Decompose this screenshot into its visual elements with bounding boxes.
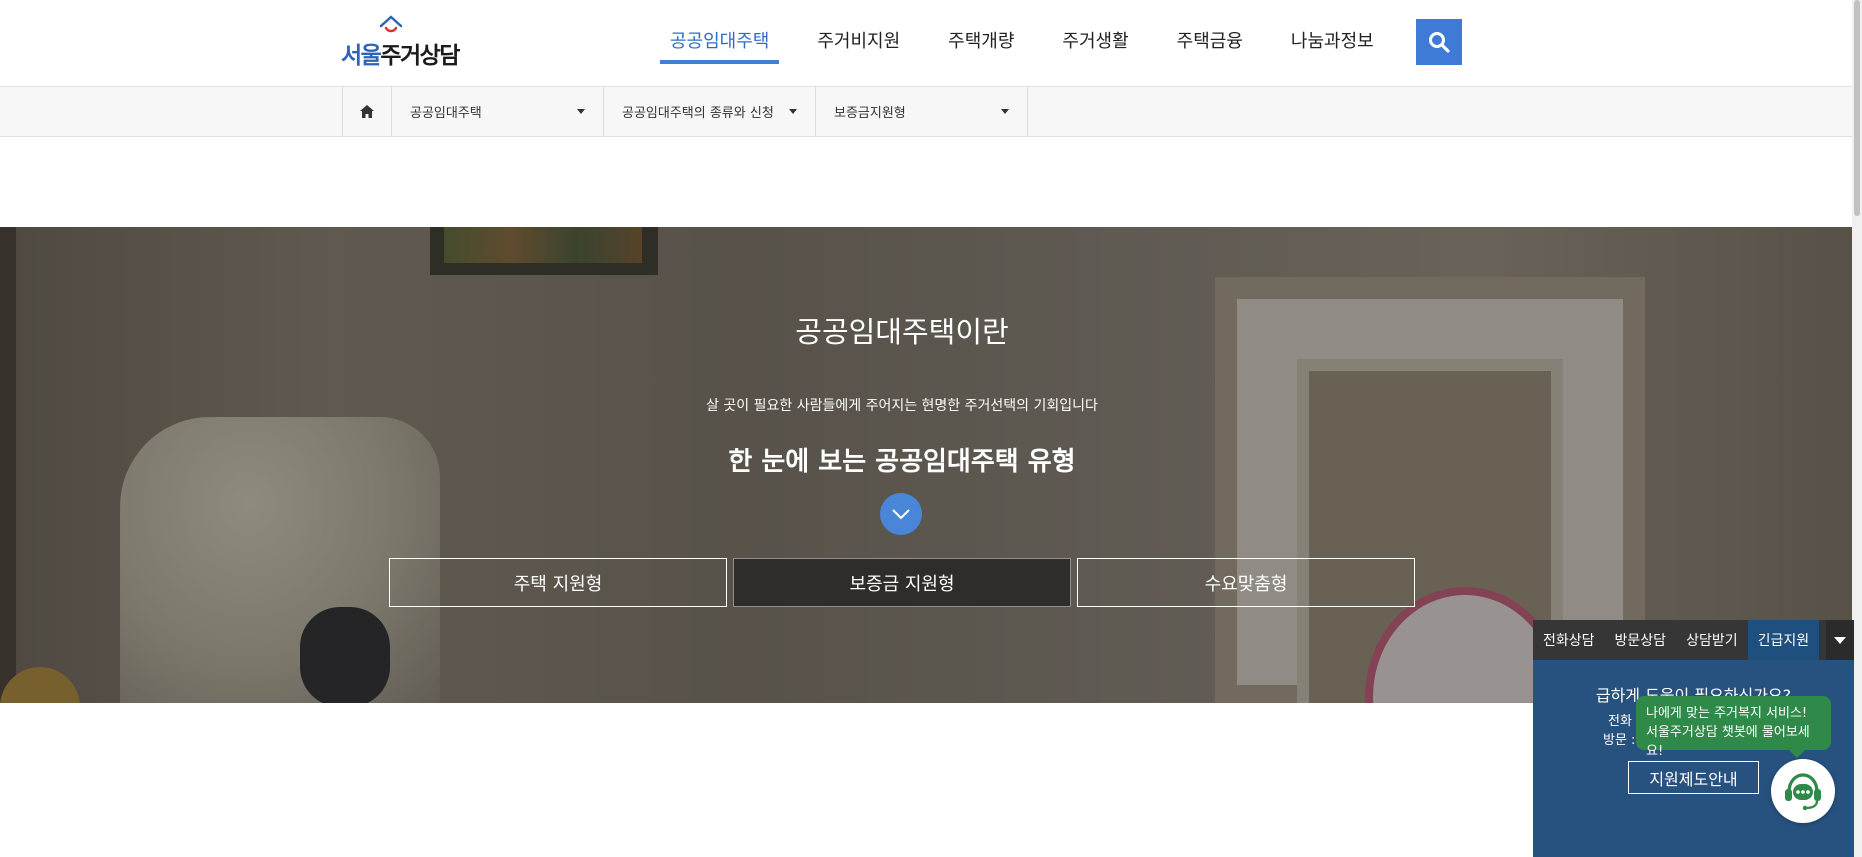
logo-text: 서울주거상담 [341,43,460,69]
nav-public-rental[interactable]: 공공임대주택 [659,0,780,64]
hero-subtitle: 살 곳이 필요한 사람들에게 주어지는 현명한 주거선택의 기회입니다 [706,398,1098,414]
consult-tab-visit[interactable]: 방문상담 [1605,620,1677,660]
support-guide-button[interactable]: 지원제도안내 [1628,761,1759,794]
consult-tab-phone[interactable]: 전화상담 [1533,620,1605,660]
hero-title: 공공임대주택이란 [795,315,1009,349]
nav-housing-finance[interactable]: 주택금융 [1177,0,1243,64]
tab-demand-tailored[interactable]: 수요맞춤형 [1077,558,1415,607]
breadcrumb-item-1[interactable]: 공공임대주택 [392,87,604,136]
chatbot-button[interactable] [1771,759,1835,823]
caret-down-icon [1834,636,1846,644]
nav-housing-improvement[interactable]: 주택개량 [948,0,1014,64]
breadcrumb-home[interactable] [343,87,392,136]
caret-down-icon [577,109,585,114]
consult-phone-line: 전화 [1608,714,1632,729]
site-header: 서울주거상담 공공임대주택 주거비지원 주택개량 주거생활 주택금융 나눔과정보 [0,0,1862,87]
chatbot-headset-icon [1785,773,1821,811]
chatbot-tooltip-line2: 서울주거상담 챗봇에 물어보세요! [1646,725,1810,759]
search-button[interactable] [1416,19,1462,65]
caret-down-icon [1001,109,1009,114]
hero-headline: 한 눈에 보는 공공임대주택 유형 [728,447,1076,477]
search-icon [1429,32,1450,53]
home-icon [360,105,374,118]
scrollbar-thumb[interactable] [1854,0,1860,216]
consult-tab-emergency[interactable]: 긴급지원 [1747,620,1820,660]
caret-down-icon [789,109,797,114]
house-logo-icon [379,15,403,33]
chatbot-tooltip[interactable]: 나에게 맞는 주거복지 서비스! 서울주거상담 챗봇에 물어보세요! [1636,696,1831,759]
nav-housing-cost[interactable]: 주거비지원 [817,0,900,64]
consult-collapse-toggle[interactable] [1826,620,1854,660]
breadcrumb: 공공임대주택 공공임대주택의 종류와 신청 보증금지원형 [0,87,1862,137]
breadcrumb-item-1-label: 공공임대주택 [410,106,482,121]
consult-visit-line: 방문 : [1603,733,1636,748]
nav-housing-life[interactable]: 주거생활 [1062,0,1128,64]
site-logo[interactable]: 서울주거상담 [341,14,461,69]
consult-tab-request[interactable]: 상담받기 [1676,620,1748,660]
breadcrumb-item-3-label: 보증금지원형 [834,106,906,121]
tab-deposit-support[interactable]: 보증금 지원형 [733,558,1071,607]
breadcrumb-item-3[interactable]: 보증금지원형 [816,87,1028,136]
chevron-down-icon [892,509,910,520]
breadcrumb-item-2-label: 공공임대주택의 종류와 신청 [622,106,774,121]
main-nav: 공공임대주택 주거비지원 주택개량 주거생활 주택금융 나눔과정보 [659,0,1422,87]
breadcrumb-item-2[interactable]: 공공임대주택의 종류와 신청 [604,87,816,136]
rental-type-tabs: 주택 지원형 보증금 지원형 수요맞춤형 [389,558,1421,607]
tab-housing-support[interactable]: 주택 지원형 [389,558,727,607]
scroll-down-button[interactable] [880,493,922,535]
nav-sharing-info[interactable]: 나눔과정보 [1291,0,1374,64]
chatbot-tooltip-line1: 나에게 맞는 주거복지 서비스! [1646,706,1808,721]
consult-tabs: 전화상담 방문상담 상담받기 긴급지원 [1533,620,1854,660]
